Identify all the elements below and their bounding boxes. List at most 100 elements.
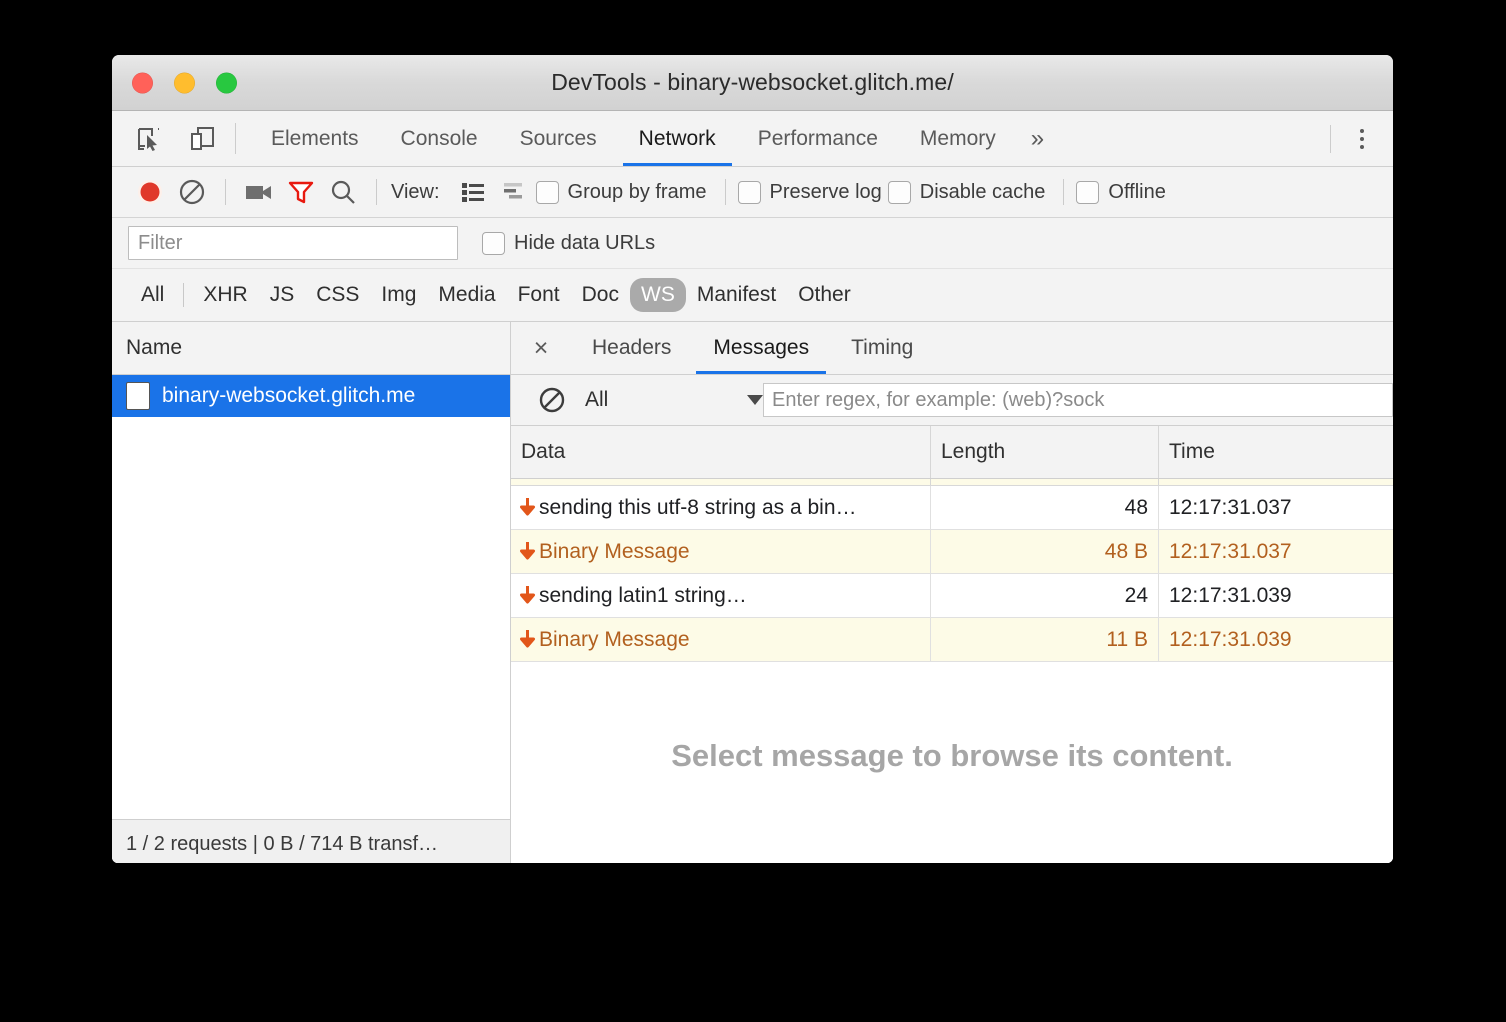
clear-messages-icon[interactable] — [531, 379, 573, 421]
type-filter-ws[interactable]: WS — [630, 278, 686, 312]
tab-console[interactable]: Console — [380, 111, 499, 166]
tab-headers[interactable]: Headers — [571, 322, 692, 374]
device-toolbar-icon[interactable] — [185, 122, 219, 156]
message-data-cell: sending this utf-8 string as a bin… — [511, 486, 931, 529]
capture-screenshots-icon[interactable] — [238, 171, 280, 213]
toolbar-divider — [1063, 179, 1064, 205]
message-length-cell: 24 — [931, 574, 1159, 617]
document-icon — [126, 382, 150, 410]
screenshot-stage: DevTools - binary-websocket.glitch.me/ — [0, 0, 1506, 1022]
devtools-window: DevTools - binary-websocket.glitch.me/ — [112, 55, 1393, 863]
tab-messages[interactable]: Messages — [692, 322, 830, 374]
checkbox-box — [482, 232, 505, 255]
type-filter-doc[interactable]: Doc — [571, 278, 630, 312]
preserve-log-label: Preserve log — [770, 181, 882, 204]
clear-button[interactable] — [171, 171, 213, 213]
type-filter-media[interactable]: Media — [427, 278, 506, 312]
tab-timing[interactable]: Timing — [830, 322, 934, 374]
offline-checkbox[interactable]: Offline — [1076, 181, 1165, 204]
devtools-main-tabs: Elements Console Sources Network Perform… — [250, 111, 1330, 166]
search-icon[interactable] — [322, 171, 364, 213]
network-filter-row: Hide data URLs — [112, 218, 1393, 269]
tabbar-divider — [1330, 125, 1331, 153]
type-filter-manifest[interactable]: Manifest — [686, 278, 787, 312]
devtools-tabbar-right — [1330, 111, 1393, 166]
type-filter-xhr[interactable]: XHR — [192, 278, 258, 312]
request-list-pane: Name binary-websocket.glitch.me 1 / 2 re… — [112, 322, 511, 863]
network-body: Name binary-websocket.glitch.me 1 / 2 re… — [112, 322, 1393, 863]
record-button[interactable] — [129, 171, 171, 213]
disable-cache-label: Disable cache — [920, 181, 1046, 204]
type-filter-js[interactable]: JS — [259, 278, 306, 312]
network-toolbar: View: Group b — [112, 167, 1393, 218]
message-data-text: sending this utf-8 string as a bin… — [539, 496, 857, 520]
traffic-light-group — [132, 72, 237, 93]
toolbar-divider — [725, 179, 726, 205]
list-view-icon[interactable] — [452, 171, 494, 213]
table-row[interactable]: sending latin1 string… 24 12:17:31.039 — [511, 574, 1393, 618]
disable-cache-checkbox[interactable]: Disable cache — [888, 181, 1046, 204]
table-row[interactable]: binary-websocket.glitch.me — [112, 375, 510, 417]
tab-sources[interactable]: Sources — [499, 111, 618, 166]
window-title: DevTools - binary-websocket.glitch.me/ — [112, 69, 1393, 96]
message-type-select[interactable]: All — [585, 388, 763, 412]
type-filter-font[interactable]: Font — [507, 278, 571, 312]
type-filter-other[interactable]: Other — [787, 278, 862, 312]
checkbox-box — [1076, 181, 1099, 204]
type-filter-css[interactable]: CSS — [305, 278, 370, 312]
incoming-arrow-icon — [519, 497, 536, 519]
messages-toolbar: All — [511, 375, 1393, 426]
type-filter-divider — [183, 283, 184, 307]
message-data-text: Binary Message — [539, 540, 690, 564]
minimize-window-button[interactable] — [174, 72, 195, 93]
waterfall-view-icon[interactable] — [494, 171, 536, 213]
view-label: View: — [391, 181, 440, 204]
inspect-element-icon[interactable] — [132, 122, 166, 156]
message-data-cell: Binary Message — [511, 530, 931, 573]
tab-elements[interactable]: Elements — [250, 111, 380, 166]
toolbar-divider — [376, 179, 377, 205]
chevron-down-icon — [747, 395, 763, 405]
offline-label: Offline — [1108, 181, 1165, 204]
table-row[interactable]: Binary Message 11 B 12:17:31.039 — [511, 618, 1393, 662]
table-row[interactable]: sending this utf-8 string as a bin… 48 1… — [511, 486, 1393, 530]
message-length-cell: 48 — [931, 486, 1159, 529]
hide-data-urls-checkbox[interactable]: Hide data URLs — [482, 232, 655, 255]
detail-pane: × Headers Messages Timing All — [511, 322, 1393, 863]
request-list: binary-websocket.glitch.me — [112, 375, 510, 819]
type-filter-all[interactable]: All — [130, 278, 175, 312]
message-time-cell: 12:17:31.039 — [1159, 618, 1393, 661]
message-time-cell: 12:17:31.037 — [1159, 486, 1393, 529]
tab-performance[interactable]: Performance — [737, 111, 899, 166]
message-type-select-value: All — [585, 388, 608, 412]
column-header-data[interactable]: Data — [511, 426, 931, 478]
incoming-arrow-icon — [519, 629, 536, 651]
empty-state-message: Select message to browse its content. — [511, 662, 1393, 863]
column-header-time[interactable]: Time — [1159, 426, 1393, 478]
more-options-kebab-icon[interactable] — [1349, 124, 1375, 154]
maximize-window-button[interactable] — [216, 72, 237, 93]
type-filter-img[interactable]: Img — [370, 278, 427, 312]
incoming-arrow-icon — [519, 541, 536, 563]
toolbar-divider — [235, 123, 236, 154]
tab-memory[interactable]: Memory — [899, 111, 1017, 166]
filter-icon[interactable] — [280, 171, 322, 213]
column-header-length[interactable]: Length — [931, 426, 1159, 478]
table-row[interactable]: Binary Message 48 B 12:17:31.037 — [511, 530, 1393, 574]
toolbar-divider — [225, 179, 226, 205]
close-icon[interactable]: × — [521, 322, 561, 374]
preserve-log-checkbox[interactable]: Preserve log — [738, 181, 882, 204]
devtools-tabbar: Elements Console Sources Network Perform… — [112, 111, 1393, 167]
close-window-button[interactable] — [132, 72, 153, 93]
tab-network[interactable]: Network — [618, 111, 737, 166]
checkbox-box — [888, 181, 911, 204]
filter-input[interactable] — [128, 226, 458, 260]
message-length-cell: 48 B — [931, 530, 1159, 573]
group-by-frame-checkbox[interactable]: Group by frame — [536, 181, 707, 204]
message-regex-input[interactable] — [763, 383, 1393, 417]
scrolled-partial-row — [511, 479, 1393, 486]
messages-table: Data Length Time — [511, 426, 1393, 863]
window-titlebar: DevTools - binary-websocket.glitch.me/ — [112, 55, 1393, 111]
devtools-tool-icons — [112, 111, 219, 166]
more-tabs-chevron-icon[interactable]: » — [1017, 111, 1058, 166]
